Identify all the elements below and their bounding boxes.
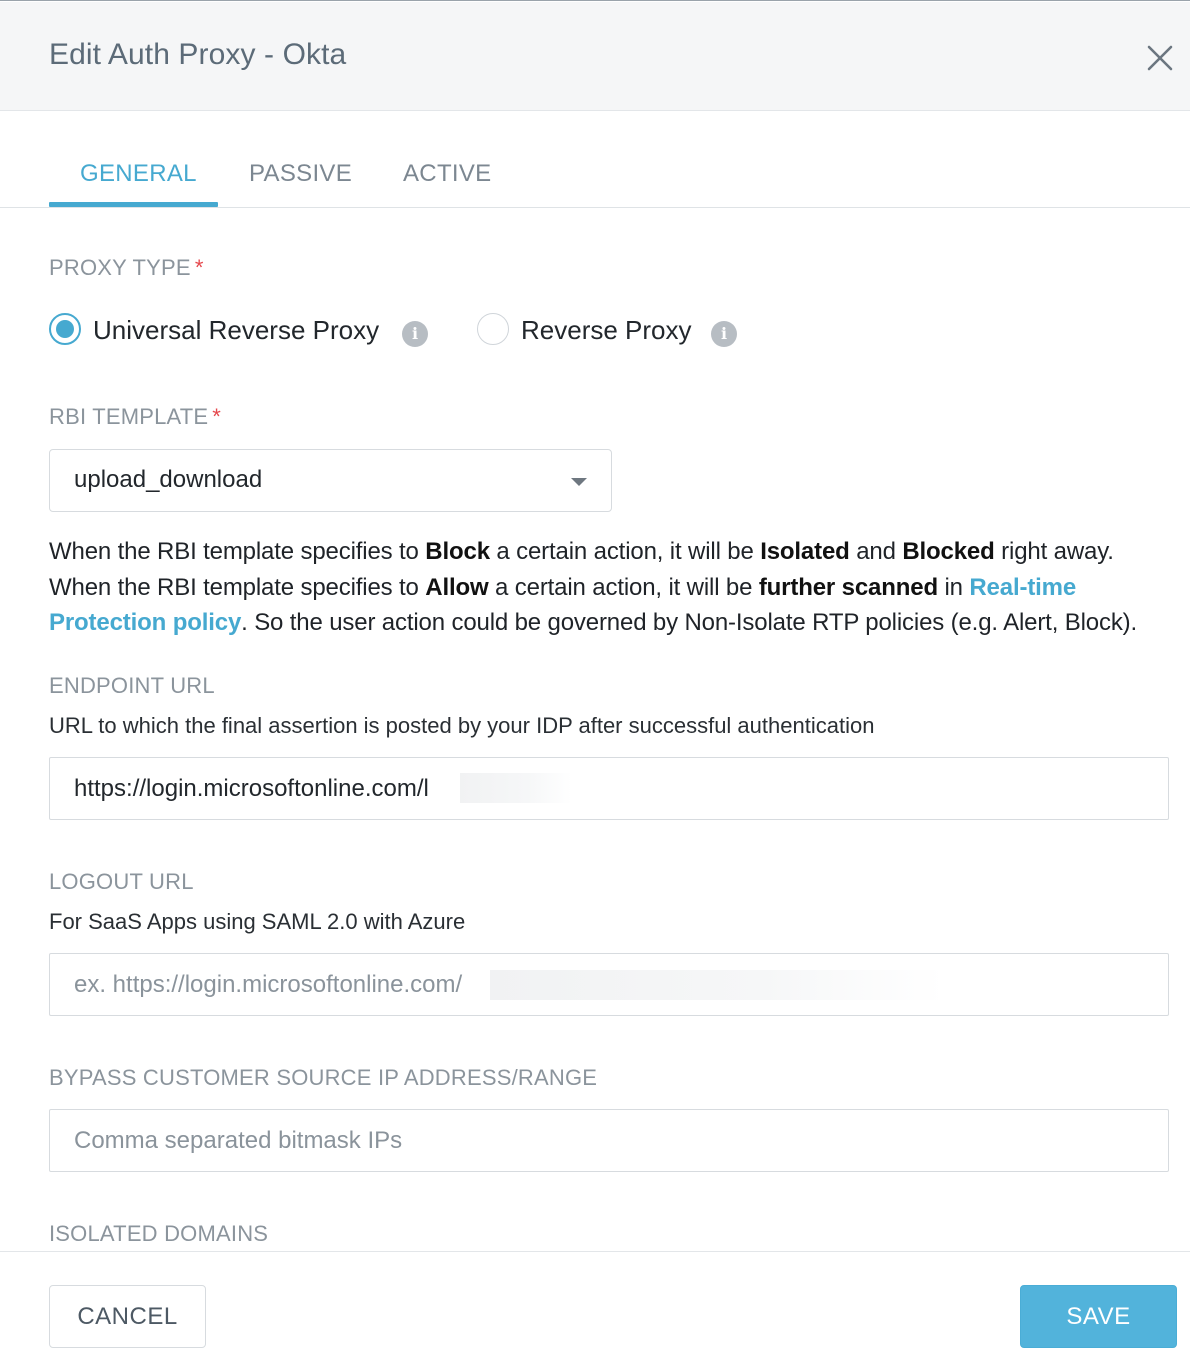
desc-bold: Allow	[425, 573, 489, 601]
active-tab-indicator	[49, 202, 218, 207]
logout-url-hint: For SaaS Apps using SAML 2.0 with Azure	[49, 909, 466, 934]
bypass-ip-label: BYPASS CUSTOMER SOURCE IP ADDRESS/RANGE	[49, 1065, 598, 1090]
tab-passive[interactable]: PASSIVE	[249, 160, 352, 188]
cancel-button[interactable]: CANCEL	[49, 1285, 206, 1348]
desc-text: . So the user action could be governed b…	[241, 609, 1138, 636]
save-button[interactable]: SAVE	[1020, 1285, 1177, 1348]
desc-bold: further scanned	[758, 573, 938, 601]
desc-text: right away.	[994, 538, 1114, 565]
tab-general[interactable]: GENERAL	[80, 160, 197, 188]
dialog-title: Edit Auth Proxy - Okta	[49, 38, 347, 71]
endpoint-url-label: ENDPOINT URL	[49, 673, 215, 698]
desc-bold: Isolated	[760, 538, 850, 565]
desc-text: When the RBI template specifies to	[49, 538, 426, 565]
desc-text: a certain action, it will be	[488, 573, 759, 601]
rbi-template-value: upload_download	[74, 466, 263, 493]
bypass-ip-input[interactable]	[49, 1109, 1169, 1172]
edit-auth-proxy-dialog: Edit Auth Proxy - Okta GENERAL PASSIVE A…	[0, 0, 1190, 1358]
tab-bar: GENERAL PASSIVE ACTIVE	[0, 111, 1190, 208]
dialog-footer: CANCEL SAVE	[0, 1251, 1190, 1358]
chevron-down-icon	[571, 478, 587, 486]
proxy-type-label: PROXY TYPE *	[49, 255, 204, 281]
required-mark: *	[194, 255, 204, 280]
reverse-proxy-label[interactable]: Reverse Proxy	[521, 315, 692, 346]
endpoint-url-input[interactable]	[49, 757, 1169, 820]
universal-reverse-proxy-label[interactable]: Universal Reverse Proxy	[93, 315, 379, 346]
rbi-template-select[interactable]: upload_download	[49, 449, 612, 512]
desc-text: When the RBI template specifies to	[49, 573, 426, 601]
tab-active[interactable]: ACTIVE	[403, 160, 491, 188]
isolated-domains-label: ISOLATED DOMAINS	[49, 1221, 269, 1246]
desc-text: in	[937, 573, 970, 601]
rbi-template-label: RBI TEMPLATE *	[49, 404, 221, 430]
reverse-proxy-radio[interactable]	[477, 313, 509, 345]
desc-bold: Block	[425, 538, 490, 565]
endpoint-url-hint: URL to which the final assertion is post…	[49, 713, 875, 738]
desc-bold: Blocked	[902, 538, 995, 565]
close-icon[interactable]	[1140, 38, 1180, 78]
rbi-template-label-text: RBI TEMPLATE	[49, 404, 209, 429]
proxy-type-label-text: PROXY TYPE	[49, 255, 191, 280]
redacted-overlay	[460, 773, 572, 803]
universal-reverse-proxy-radio[interactable]	[49, 313, 81, 345]
desc-text: a certain action, it will be	[489, 538, 761, 565]
required-mark: *	[212, 404, 222, 429]
logout-url-label: LOGOUT URL	[49, 869, 194, 894]
redacted-overlay	[490, 970, 945, 1000]
rbi-template-description: When the RBI template specifies to Block…	[49, 534, 1179, 641]
info-icon[interactable]: i	[711, 321, 737, 347]
dialog-header: Edit Auth Proxy - Okta	[0, 2, 1190, 111]
info-icon[interactable]: i	[402, 321, 428, 347]
desc-text: and	[849, 538, 903, 565]
